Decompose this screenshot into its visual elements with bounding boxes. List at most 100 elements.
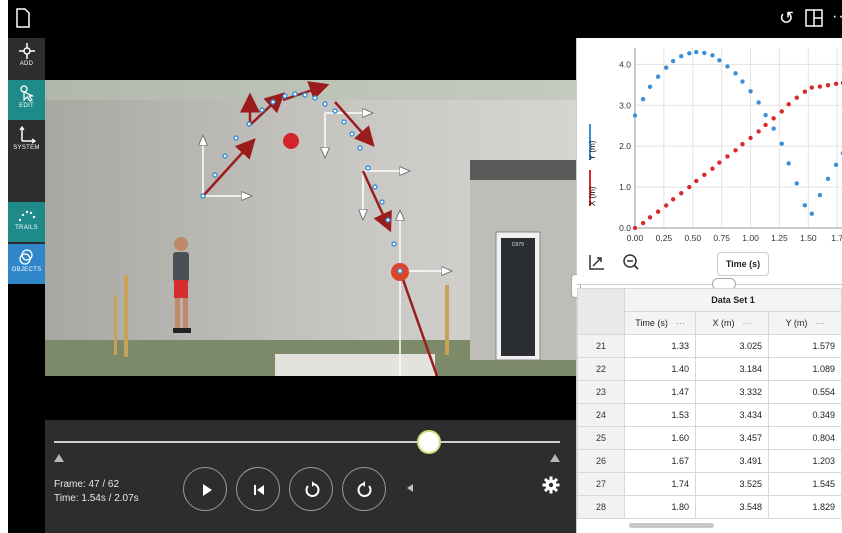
x-data-point: [725, 154, 730, 159]
x-tick-label: 1.7: [831, 233, 842, 243]
x-tick-label: 1.25: [771, 233, 788, 243]
x-data-point: [779, 109, 784, 114]
y-data-point: [717, 58, 722, 63]
x-data-point: [655, 209, 661, 214]
cell-x[interactable]: 3.491: [695, 449, 769, 473]
data-table: Data Set 1 Time (s) ··· X (m) ··· Y (m) ···…: [576, 288, 842, 519]
more-icon[interactable]: ··: [832, 8, 842, 26]
x-data-point: [740, 141, 745, 147]
horizontal-scrollbar[interactable]: [629, 523, 714, 528]
table-row[interactable]: 27 1.74 3.525 1.545: [576, 472, 842, 496]
column-menu-icon[interactable]: ···: [676, 318, 685, 328]
objects-icon: [18, 249, 33, 265]
start-marker-icon[interactable]: [54, 454, 64, 462]
y-data-point: [710, 53, 715, 58]
tool-add-label: ADD: [19, 61, 34, 67]
file-icon[interactable]: [16, 8, 30, 28]
cell-y[interactable]: 0.349: [768, 403, 842, 427]
table-row[interactable]: 25 1.60 3.457 0.804: [576, 426, 842, 450]
playback-controls: Frame: 47 / 62 Time: 1.54s / 2.07s: [45, 420, 576, 533]
row-number: 22: [576, 357, 626, 381]
forward-button[interactable]: [342, 467, 386, 511]
column-header-label: Y (m): [785, 318, 808, 328]
end-marker-icon[interactable]: [550, 454, 560, 462]
y-data-point: [771, 126, 776, 131]
rewind-button[interactable]: [289, 467, 333, 511]
step-back-button[interactable]: [236, 467, 280, 511]
column-menu-icon[interactable]: ···: [743, 318, 752, 328]
cell-time[interactable]: 1.47: [624, 380, 697, 404]
gear-icon[interactable]: [542, 476, 560, 494]
tool-trails[interactable]: TRAILS: [8, 202, 45, 242]
wooden-stake: [124, 275, 128, 357]
table-row[interactable]: 23 1.47 3.332 0.554: [576, 380, 842, 404]
undo-icon[interactable]: ↺: [779, 9, 794, 27]
table-row[interactable]: 26 1.67 3.491 1.203: [576, 449, 842, 473]
play-icon: [203, 484, 212, 496]
cell-y[interactable]: 1.089: [768, 357, 842, 381]
column-header-y[interactable]: Y (m) ···: [768, 311, 842, 335]
x-data-point: [717, 160, 722, 165]
x-data-point: [640, 220, 646, 226]
timeline-handle[interactable]: [417, 430, 442, 454]
cell-y[interactable]: 1.545: [768, 472, 842, 496]
cell-time[interactable]: 1.53: [624, 403, 697, 427]
tool-add[interactable]: ADD: [8, 38, 45, 78]
column-menu-icon[interactable]: ···: [815, 318, 824, 328]
y-data-point: [702, 50, 707, 56]
tool-edit[interactable]: EDIT: [8, 80, 45, 120]
play-button[interactable]: [183, 467, 227, 511]
timeline-track[interactable]: [54, 441, 560, 443]
cell-x[interactable]: 3.548: [695, 495, 769, 519]
cell-x[interactable]: 3.457: [695, 426, 769, 450]
cell-x[interactable]: 3.434: [695, 403, 769, 427]
table-row[interactable]: 24 1.53 3.434 0.349: [576, 403, 842, 427]
column-header-x[interactable]: X (m) ···: [695, 311, 769, 335]
video-viewport[interactable]: D979: [45, 38, 576, 456]
x-axis-selector[interactable]: Time (s): [717, 252, 769, 276]
position-time-chart[interactable]: 0.00 0.25 0.50 0.75 1.00 1.25 1.50 1.7 0.0 1.0 2.0…: [577, 38, 842, 250]
x-data-point: [710, 166, 715, 171]
column-header-label: X (m): [712, 318, 735, 328]
frame-counter: Frame: 47 / 62: [54, 479, 120, 490]
cell-y[interactable]: 0.804: [768, 426, 842, 450]
cell-time[interactable]: 1.33: [624, 334, 697, 358]
cell-time[interactable]: 1.67: [624, 449, 697, 473]
x-data-point: [802, 89, 808, 94]
video-frame[interactable]: D979: [45, 80, 576, 376]
cell-x[interactable]: 3.025: [695, 334, 769, 358]
step-back-icon: [254, 485, 264, 495]
tool-system[interactable]: SYSTEM: [8, 122, 45, 162]
cell-time[interactable]: 1.40: [624, 357, 697, 381]
cell-y[interactable]: 0.554: [768, 380, 842, 404]
table-row[interactable]: 28 1.80 3.548 1.829: [576, 495, 842, 519]
layout-icon[interactable]: [805, 9, 823, 27]
zoom-out-icon[interactable]: [621, 252, 641, 272]
x-data-point: [647, 215, 653, 220]
cell-x[interactable]: 3.184: [695, 357, 769, 381]
x-data-point: [632, 225, 638, 231]
cell-time[interactable]: 1.74: [624, 472, 697, 496]
cell-time[interactable]: 1.80: [624, 495, 697, 519]
dataset-title[interactable]: Data Set 1: [624, 288, 842, 312]
x-data-point: [756, 129, 761, 134]
tool-objects[interactable]: OBJECTS: [8, 244, 45, 284]
table-row[interactable]: 22 1.40 3.184 1.089: [576, 357, 842, 381]
cell-y[interactable]: 1.829: [768, 495, 842, 519]
cell-y[interactable]: 1.203: [768, 449, 842, 473]
cell-x[interactable]: 3.525: [695, 472, 769, 496]
table-row[interactable]: 21 1.33 3.025 1.579: [576, 334, 842, 358]
axes-fit-icon[interactable]: [587, 252, 607, 272]
x-data-point: [817, 84, 823, 89]
graph-view[interactable]: 0.00 0.25 0.50 0.75 1.00 1.25 1.50 1.7 0.0 1.0 2.0…: [577, 38, 842, 284]
cell-time[interactable]: 1.60: [624, 426, 697, 450]
cell-y[interactable]: 1.579: [768, 334, 842, 358]
y-axis-label-y: Y (m): [588, 140, 597, 160]
cell-x[interactable]: 3.332: [695, 380, 769, 404]
trails-icon: [18, 210, 35, 222]
y-data-point: [763, 112, 768, 118]
column-header-time[interactable]: Time (s) ···: [624, 311, 697, 335]
y-data-point: [647, 84, 653, 90]
volume-icon[interactable]: [407, 484, 413, 492]
column-header-label: Time (s): [635, 318, 668, 328]
